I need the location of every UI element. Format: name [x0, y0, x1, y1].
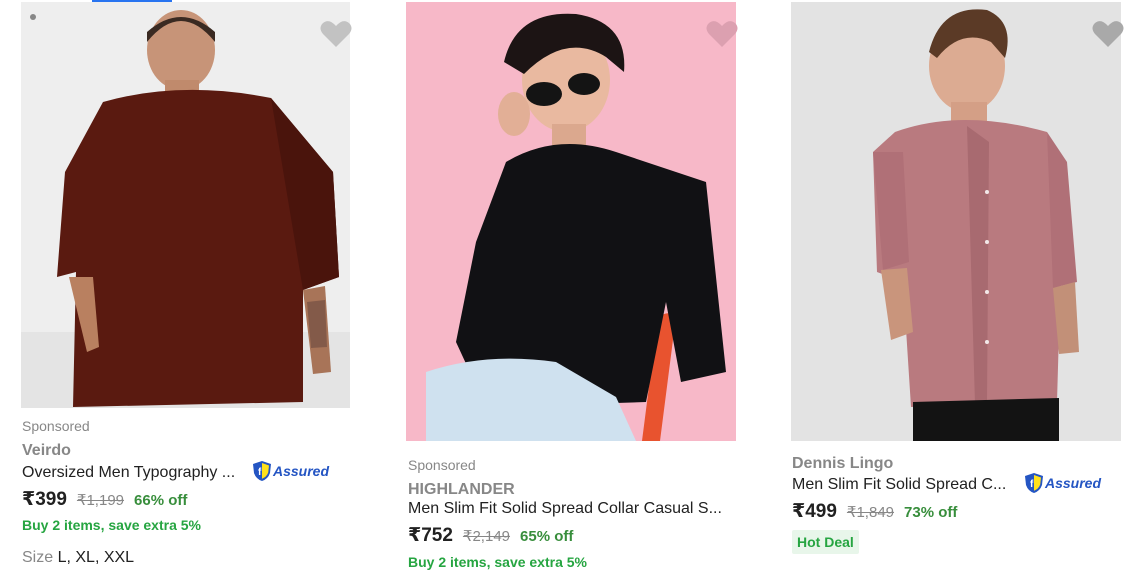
price-row: ₹752 ₹2,149 65% off — [408, 524, 573, 547]
price-row: ₹499 ₹1,849 73% off — [792, 500, 957, 523]
wishlist-heart-icon[interactable] — [1092, 20, 1124, 48]
original-price: ₹1,849 — [846, 504, 895, 521]
price-row: ₹399 ₹1,199 66% off — [22, 488, 187, 511]
wishlist-heart-icon[interactable] — [320, 20, 352, 48]
product-photo — [21, 2, 350, 408]
carousel-dot — [30, 14, 36, 20]
product-photo — [791, 2, 1121, 441]
selling-price: ₹499 — [792, 501, 837, 522]
hot-deal-badge: Hot Deal — [792, 530, 859, 554]
discount-percent: 65% off — [520, 528, 574, 545]
brand-name: Veirdo — [22, 442, 71, 459]
selling-price: ₹399 — [22, 489, 67, 510]
product-image[interactable] — [406, 2, 736, 441]
discount-percent: 73% off — [904, 504, 958, 521]
product-title[interactable]: Men Slim Fit Solid Spread Collar Casual … — [408, 500, 722, 518]
selling-price: ₹752 — [408, 525, 453, 546]
product-image[interactable] — [21, 2, 350, 408]
assured-badge: f Assured — [1024, 472, 1101, 494]
bank-offer-text: Buy 2 items, save extra 5% — [408, 554, 587, 570]
original-price: ₹1,199 — [76, 492, 125, 509]
product-title[interactable]: Oversized Men Typography ... — [22, 464, 235, 482]
assured-shield-icon: f — [1025, 473, 1043, 493]
product-title[interactable]: Men Slim Fit Solid Spread C... — [792, 476, 1006, 494]
sponsored-label: Sponsored — [22, 418, 90, 434]
original-price: ₹2,149 — [462, 528, 511, 545]
brand-name: HIGHLANDER — [408, 481, 515, 498]
discount-percent: 66% off — [134, 492, 188, 509]
available-sizes: Size L, XL, XXL — [22, 549, 135, 566]
assured-badge: f Assured — [252, 460, 329, 482]
brand-name: Dennis Lingo — [792, 455, 894, 472]
bank-offer-text: Buy 2 items, save extra 5% — [22, 517, 201, 533]
wishlist-heart-icon[interactable] — [706, 20, 738, 48]
sponsored-label: Sponsored — [408, 457, 476, 473]
assured-shield-icon: f — [253, 461, 271, 481]
product-image[interactable] — [791, 2, 1121, 441]
product-photo — [406, 2, 736, 441]
product-grid: Sponsored Veirdo Oversized Men Typograph… — [0, 0, 1128, 573]
